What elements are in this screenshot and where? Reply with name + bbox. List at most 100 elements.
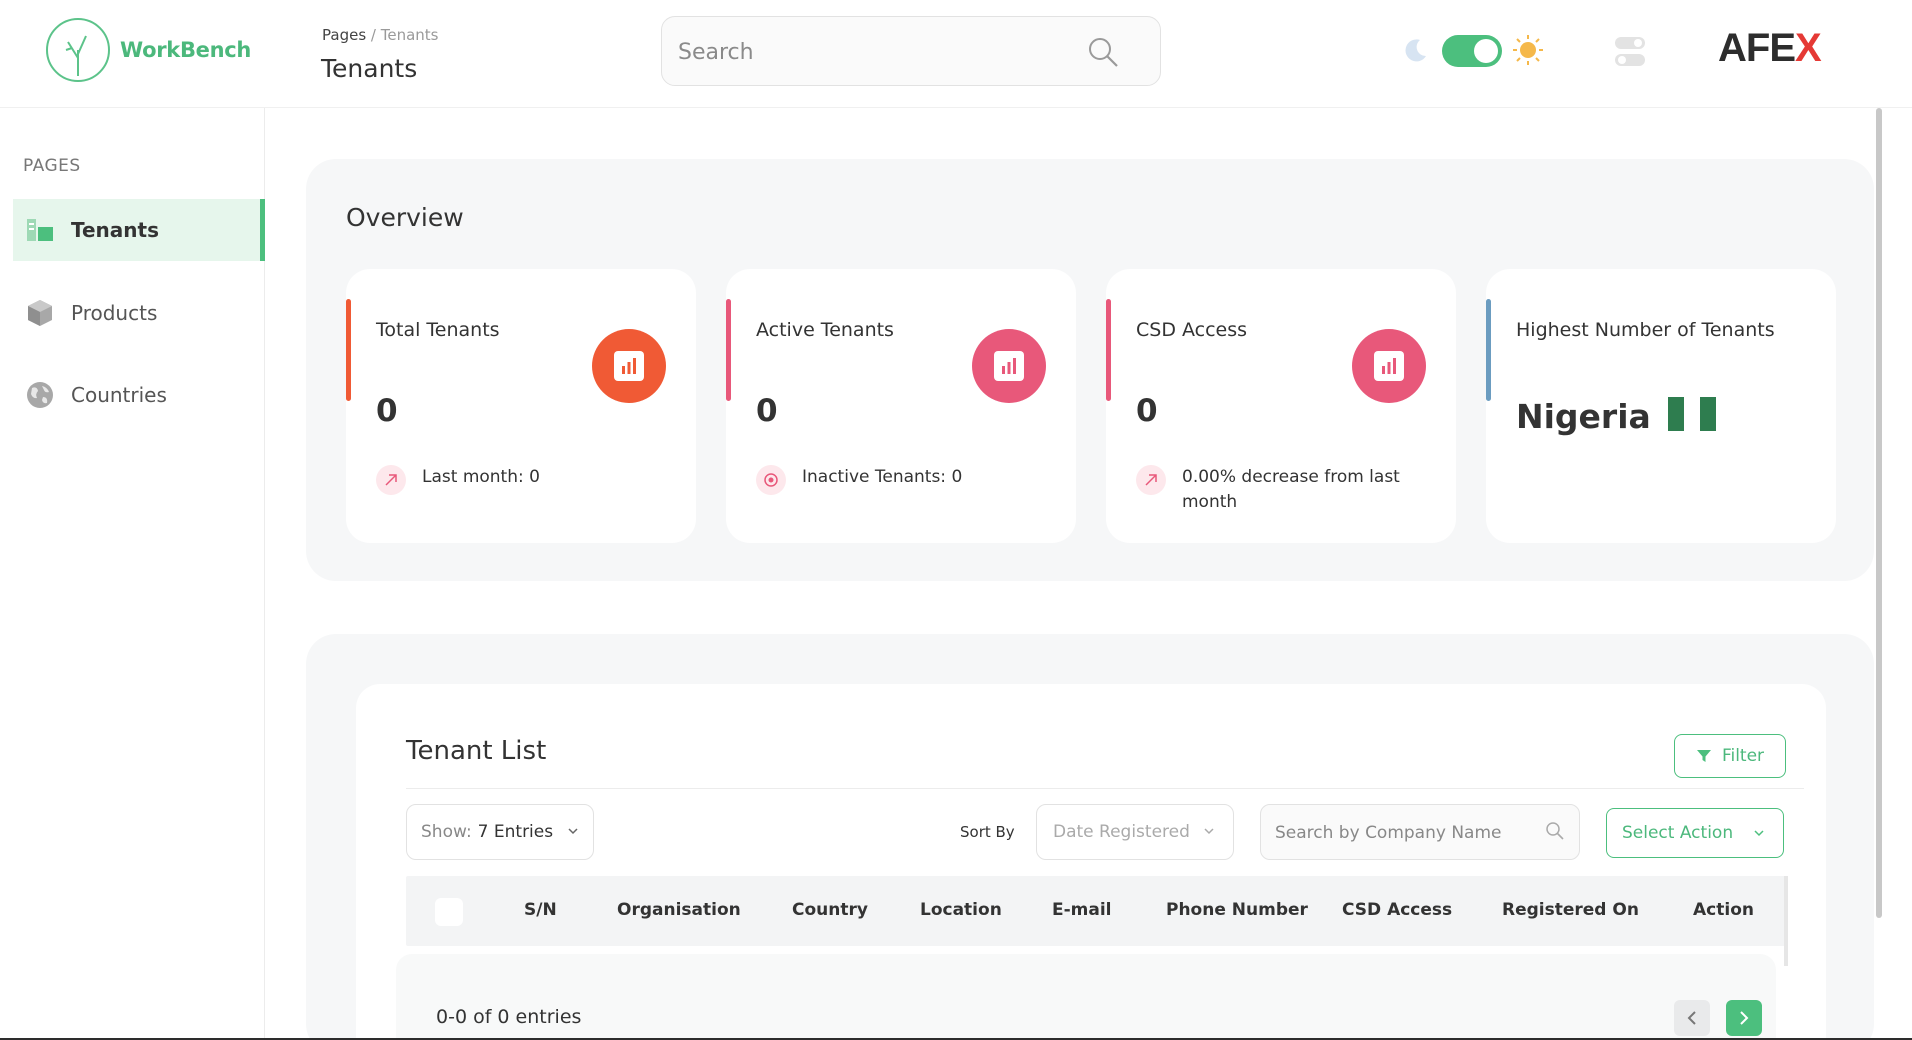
chevron-down-icon <box>568 828 578 835</box>
trend-up-icon <box>376 465 406 495</box>
top-header: WorkBench Pages / Tenants Tenants AFEX <box>0 0 1912 108</box>
card-footer: Inactive Tenants: 0 <box>756 465 962 495</box>
column-header-sn[interactable]: S/N <box>524 900 557 920</box>
filter-button[interactable]: Filter <box>1674 734 1786 778</box>
column-header-phone[interactable]: Phone Number <box>1166 900 1308 920</box>
sidebar-item-countries[interactable]: Countries <box>13 364 265 426</box>
target-icon <box>756 465 786 495</box>
previous-page-button[interactable] <box>1674 1000 1710 1036</box>
card-title: CSD Access <box>1136 319 1248 341</box>
company-search <box>1260 804 1580 860</box>
chart-icon <box>1352 329 1426 403</box>
trend-up-icon <box>1136 465 1166 495</box>
sort-by-label: Sort By <box>960 823 1015 841</box>
stat-card-csd-access: CSD Access 0 0.00% decrease from last mo… <box>1106 269 1456 543</box>
chevron-down-icon <box>1754 830 1764 837</box>
stat-card-total-tenants: Total Tenants 0 Last month: 0 <box>346 269 696 543</box>
tenant-list-title: Tenant List <box>406 736 547 766</box>
sidebar-item-label: Tenants <box>71 218 159 242</box>
globe-icon <box>27 382 53 408</box>
table-footer: 0-0 of 0 entries <box>396 954 1776 1040</box>
entries-count: 0-0 of 0 entries <box>436 1006 582 1028</box>
breadcrumb-separator: / <box>366 26 381 44</box>
column-header-country[interactable]: Country <box>792 900 868 920</box>
column-header-action[interactable]: Action <box>1693 900 1754 920</box>
sidebar: PAGES Tenants Products Countries <box>0 108 265 1040</box>
toggle-knob <box>1474 39 1498 63</box>
select-all-checkbox[interactable] <box>435 898 463 926</box>
sort-select[interactable]: Date Registered <box>1036 804 1234 860</box>
select-action-dropdown[interactable]: Select Action <box>1606 808 1784 858</box>
action-label: Select Action <box>1622 823 1734 843</box>
table-header: S/N Organisation Country Location E-mail… <box>406 876 1786 946</box>
search-input[interactable] <box>678 35 1078 69</box>
next-page-button[interactable] <box>1726 1000 1762 1036</box>
column-header-csd-access[interactable]: CSD Access <box>1342 900 1452 920</box>
overview-section: Overview Total Tenants 0 Last month: 0 A… <box>306 159 1874 581</box>
chevron-left-icon <box>1687 1011 1696 1025</box>
sidebar-item-label: Products <box>71 301 158 325</box>
products-icon <box>28 300 52 326</box>
page-scrollbar[interactable] <box>1876 108 1882 918</box>
sort-value: Date Registered <box>1053 822 1190 842</box>
chart-icon <box>592 329 666 403</box>
stat-card-highest-tenants: Highest Number of Tenants Nigeria <box>1486 269 1836 543</box>
card-accent-bar <box>1486 299 1491 401</box>
card-footer-text: Last month: 0 <box>422 467 540 487</box>
column-header-organisation[interactable]: Organisation <box>617 900 741 920</box>
search-icon[interactable] <box>1086 35 1120 69</box>
breadcrumb: Pages / Tenants <box>322 26 438 44</box>
workbench-logo[interactable]: WorkBench <box>46 18 251 82</box>
card-footer-text: 0.00% decrease from last month <box>1182 467 1400 512</box>
card-title: Active Tenants <box>756 319 894 341</box>
table-scrollbar[interactable] <box>1784 876 1788 966</box>
card-title: Total Tenants <box>376 319 500 341</box>
nigeria-flag-icon <box>1668 397 1716 431</box>
card-accent-bar <box>726 299 731 401</box>
card-footer: Last month: 0 <box>376 465 540 495</box>
show-label: Show: <box>421 822 472 842</box>
afex-logo: AFEX <box>1718 26 1822 71</box>
chevron-right-icon <box>1740 1011 1749 1025</box>
search-icon[interactable] <box>1545 821 1565 841</box>
country-name: Nigeria <box>1516 397 1651 436</box>
card-footer-text: Inactive Tenants: 0 <box>802 467 963 487</box>
filter-icon <box>1696 750 1711 762</box>
tenants-icon <box>27 219 53 241</box>
chart-icon <box>972 329 1046 403</box>
chevron-down-icon <box>1204 828 1214 835</box>
settings-toggle-icon[interactable] <box>1614 35 1646 69</box>
global-search <box>661 16 1161 86</box>
sidebar-item-tenants[interactable]: Tenants <box>13 199 265 261</box>
logo-tree-icon <box>46 18 110 82</box>
afex-logo-main: AFE <box>1718 26 1796 70</box>
filter-label: Filter <box>1721 746 1765 766</box>
card-title: Highest Number of Tenants <box>1516 319 1775 341</box>
show-value: 7 Entries <box>477 822 554 842</box>
column-header-email[interactable]: E-mail <box>1052 900 1112 920</box>
show-entries-select[interactable]: Show: 7 Entries <box>406 804 594 860</box>
tenant-list-card: Tenant List Filter Show: 7 Entries Sort … <box>356 684 1826 1040</box>
sidebar-item-products[interactable]: Products <box>13 282 265 344</box>
column-header-location[interactable]: Location <box>920 900 1002 920</box>
card-accent-bar <box>1106 299 1111 401</box>
sidebar-item-label: Countries <box>71 383 167 407</box>
breadcrumb-root[interactable]: Pages <box>322 26 366 44</box>
company-search-input[interactable] <box>1275 821 1535 845</box>
logo-text: WorkBench <box>120 38 252 62</box>
column-header-registered-on[interactable]: Registered On <box>1502 900 1639 920</box>
divider <box>406 788 1804 789</box>
afex-logo-x: X <box>1795 26 1822 70</box>
card-value: 0 <box>756 393 778 429</box>
sidebar-section-title: PAGES <box>23 156 81 176</box>
sun-icon <box>1513 35 1543 65</box>
theme-toggle[interactable] <box>1442 35 1502 67</box>
card-value: 0 <box>376 393 398 429</box>
tenant-list-section: Tenant List Filter Show: 7 Entries Sort … <box>306 634 1874 1040</box>
page-title: Tenants <box>321 54 418 83</box>
overview-title: Overview <box>346 203 464 232</box>
breadcrumb-current: Tenants <box>380 26 439 44</box>
card-value: 0 <box>1136 393 1158 429</box>
stat-card-active-tenants: Active Tenants 0 Inactive Tenants: 0 <box>726 269 1076 543</box>
card-accent-bar <box>346 299 351 401</box>
